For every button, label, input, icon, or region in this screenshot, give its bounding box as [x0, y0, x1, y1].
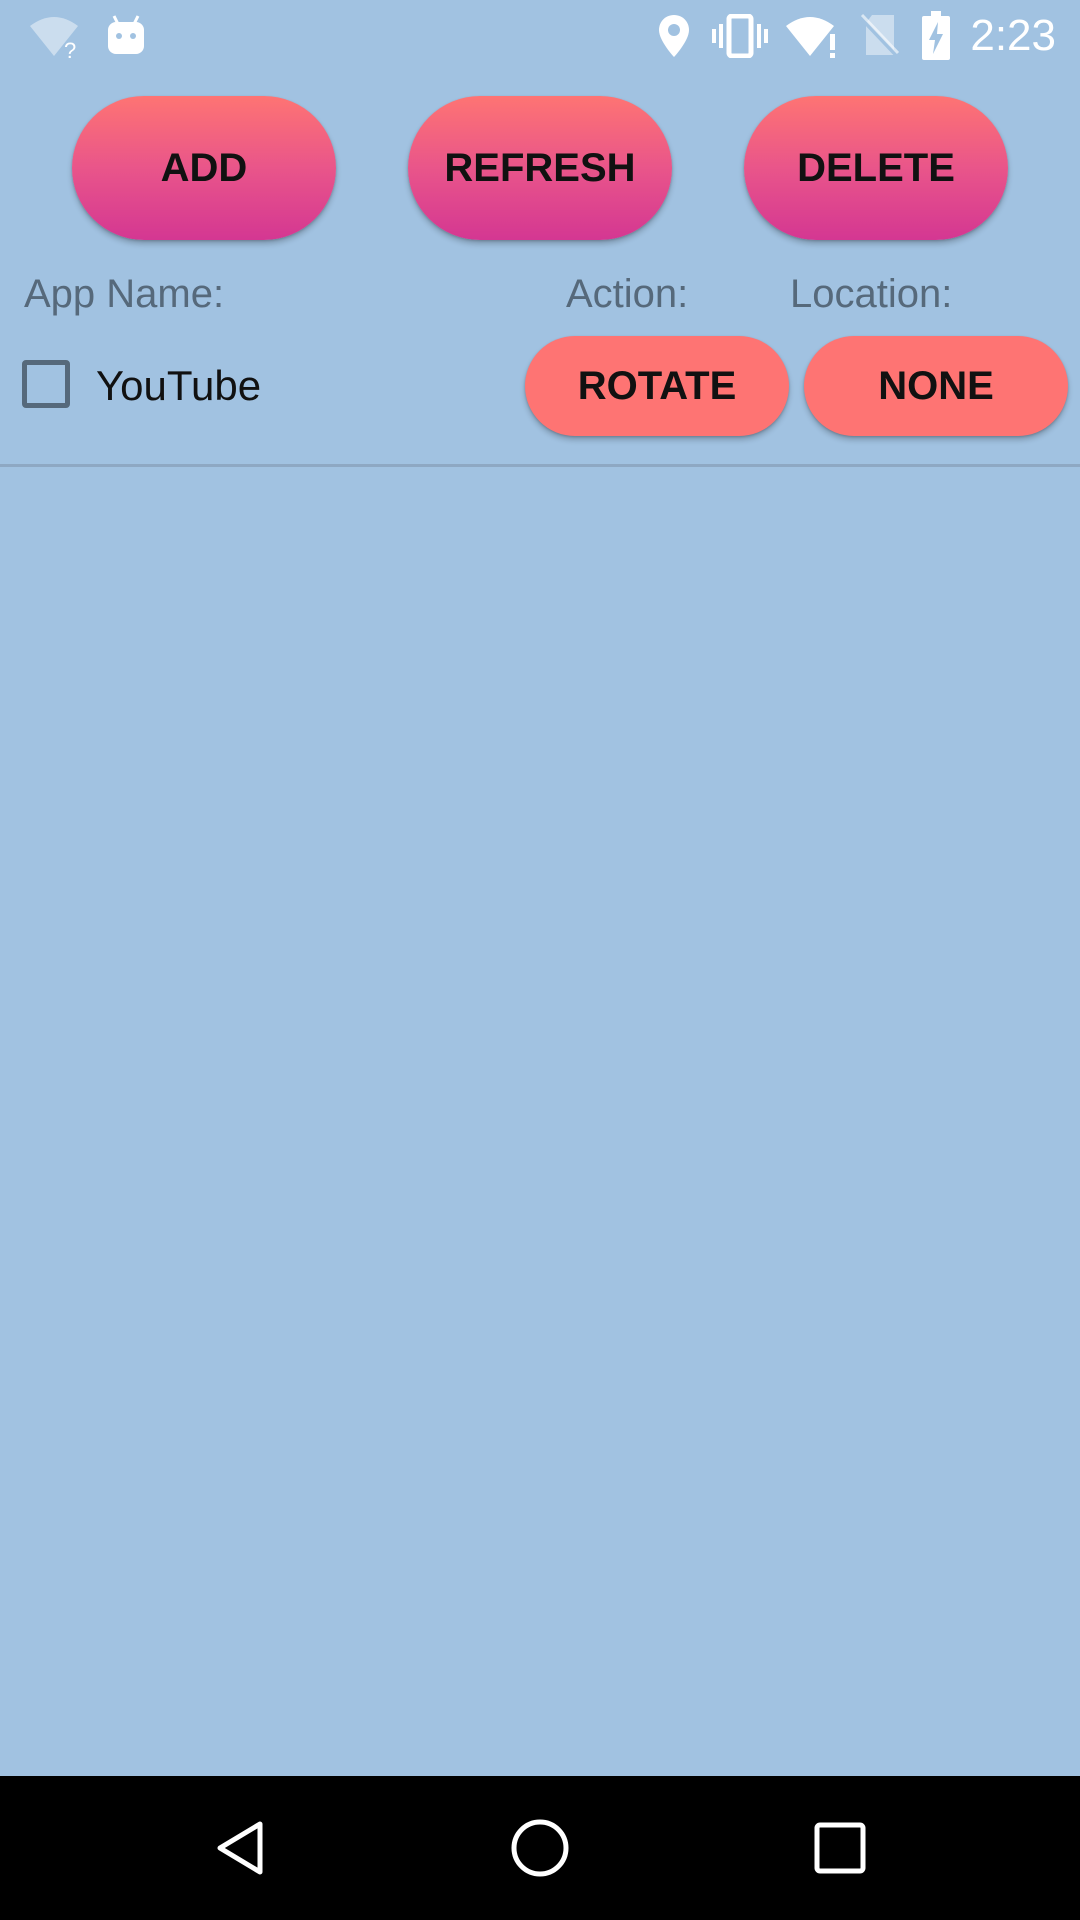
no-sim-icon — [858, 0, 902, 72]
add-button[interactable]: ADD — [72, 96, 336, 240]
app-name-label: YouTube — [96, 362, 262, 409]
navigation-bar — [0, 1776, 1080, 1920]
refresh-button[interactable]: REFRESH — [408, 96, 672, 240]
recents-icon[interactable] — [760, 1776, 920, 1920]
action-button[interactable]: ROTATE — [525, 336, 789, 436]
app-select-checkbox[interactable] — [22, 360, 70, 408]
wifi-unknown-icon: ? — [24, 0, 84, 72]
vibrate-icon — [712, 0, 768, 72]
android-debug-icon — [104, 0, 148, 72]
svg-text:?: ? — [64, 38, 76, 60]
location-column-label: Location: — [790, 272, 953, 316]
battery-charging-icon — [920, 0, 952, 72]
status-bar: ? 2:23 — [0, 0, 1080, 72]
status-time: 2:23 — [970, 11, 1056, 60]
row-divider — [0, 464, 1080, 467]
back-icon[interactable] — [160, 1776, 320, 1920]
wifi-alert-icon — [784, 0, 840, 72]
location-icon — [654, 0, 694, 72]
home-icon[interactable] — [460, 1776, 620, 1920]
app-name-column-label: App Name: — [24, 272, 225, 316]
location-button[interactable]: NONE — [804, 336, 1068, 436]
action-column-label: Action: — [566, 272, 689, 316]
delete-button[interactable]: DELETE — [744, 96, 1008, 240]
